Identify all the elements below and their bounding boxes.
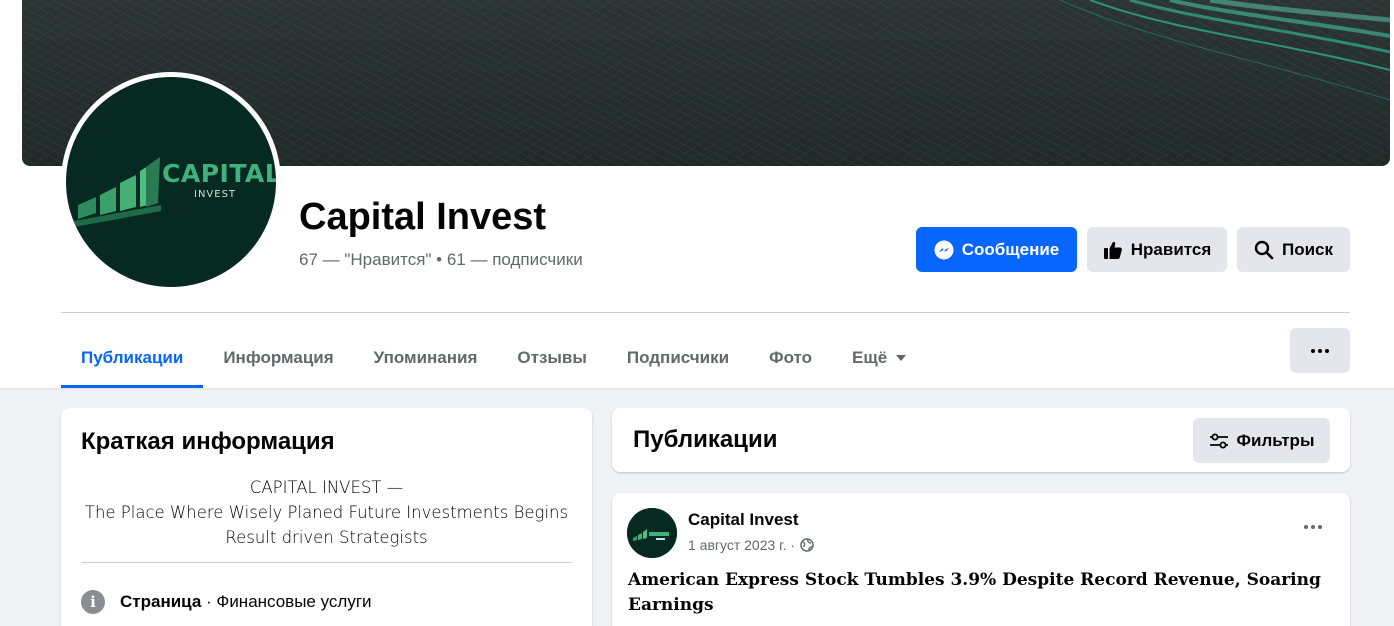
post-author-name[interactable]: Capital Invest — [688, 510, 799, 530]
intro-bio: CAPITAL INVEST — The Place Where Wisely … — [81, 475, 572, 550]
logo-subtitle: INVEST — [194, 189, 237, 200]
tab-about[interactable]: Информация — [203, 328, 353, 388]
logo-wordmark: CAPITAL — [162, 159, 276, 188]
like-button-label: Нравится — [1130, 239, 1212, 259]
search-button-label: Поиск — [1281, 239, 1334, 259]
posts-title: Публикации — [633, 426, 778, 453]
more-options-button[interactable] — [1290, 328, 1350, 373]
message-button-label: Сообщение — [961, 239, 1060, 259]
ellipsis-icon — [1304, 525, 1308, 529]
posts-header-card: Публикации Фильтры — [612, 408, 1350, 472]
category-label: Страница — [120, 592, 202, 611]
tab-mentions[interactable]: Упоминания — [354, 328, 498, 388]
profile-avatar[interactable]: CAPITAL INVEST — [61, 72, 281, 292]
post-date[interactable]: 1 август 2023 г. · — [688, 537, 795, 553]
like-button[interactable]: Нравится — [1087, 227, 1227, 272]
intro-bio-line: CAPITAL INVEST — — [249, 478, 404, 497]
filters-button-label: Фильтры — [1236, 430, 1315, 450]
ellipsis-icon — [1311, 348, 1315, 353]
chevron-down-icon — [896, 355, 907, 361]
tab-reviews[interactable]: Отзывы — [497, 328, 607, 388]
capital-invest-logo: CAPITAL INVEST — [66, 77, 276, 287]
post-meta: 1 август 2023 г. · — [688, 537, 814, 553]
tab-more-label: Ещё — [852, 348, 888, 367]
tab-followers[interactable]: Подписчики — [607, 328, 749, 388]
tab-more[interactable]: Ещё — [832, 328, 926, 388]
search-button[interactable]: Поиск — [1237, 227, 1350, 272]
thumbs-up-icon — [1103, 241, 1122, 259]
filter-sliders-icon — [1209, 433, 1228, 448]
profile-tabs: Публикации Информация Упоминания Отзывы … — [61, 328, 926, 388]
info-icon: i — [81, 590, 105, 614]
intro-divider — [81, 562, 572, 563]
tab-posts[interactable]: Публикации — [61, 328, 204, 388]
search-icon — [1254, 240, 1274, 259]
intro-category-row: i Страница · Финансовые услуги — [81, 590, 372, 614]
globe-icon — [800, 538, 814, 552]
filters-button[interactable]: Фильтры — [1193, 418, 1330, 463]
post-author-avatar[interactable] — [627, 508, 677, 558]
header-divider — [61, 312, 1350, 313]
cover-pattern — [1059, 0, 1390, 101]
capital-invest-logo — [627, 508, 677, 558]
message-button[interactable]: Сообщение — [916, 227, 1077, 272]
page-stats[interactable]: 67 — "Нравится" • 61 — подписчики — [299, 250, 583, 270]
intro-bio-line: Result driven Strategists — [225, 528, 428, 547]
post-card: Capital Invest 1 август 2023 г. · Americ… — [612, 493, 1350, 626]
post-options-button[interactable] — [1298, 519, 1328, 535]
intro-title: Краткая информация — [81, 428, 335, 455]
category-value[interactable]: · Финансовые услуги — [201, 592, 372, 611]
tab-photos[interactable]: Фото — [749, 328, 832, 388]
intro-card: Краткая информация CAPITAL INVEST — The … — [61, 408, 592, 626]
messenger-icon — [934, 240, 954, 259]
intro-bio-line: The Place Where Wisely Planed Future Inv… — [84, 503, 569, 522]
post-text: American Express Stock Tumbles 3.9% Desp… — [628, 570, 1321, 615]
page-title: Capital Invest — [299, 196, 547, 238]
